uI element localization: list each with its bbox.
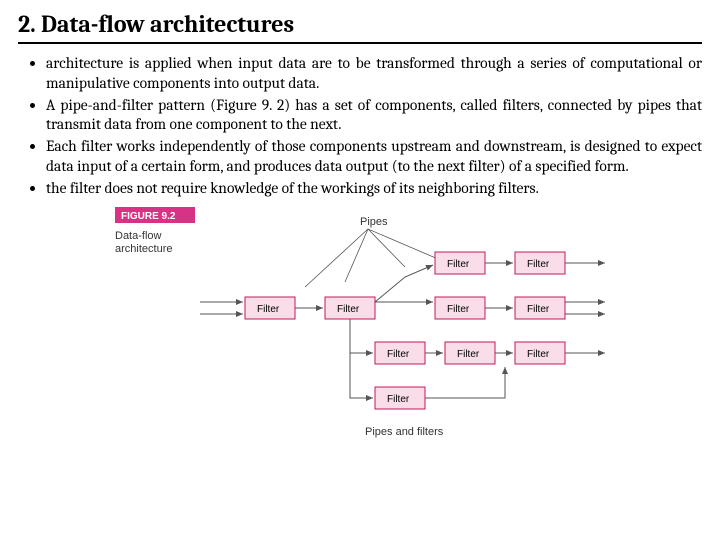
bullet-list: architecture is applied when input data … (18, 54, 702, 199)
figure-caption-1: Data-flow (115, 230, 162, 242)
figure-caption-2: architecture (115, 243, 172, 255)
filter-box: Filter (515, 297, 565, 319)
svg-text:Filter: Filter (527, 304, 550, 315)
filter-box: Filter (245, 297, 295, 319)
bullet-item: architecture is applied when input data … (46, 54, 702, 94)
bullet-item: Each filter works independently of those… (46, 137, 702, 177)
figure-label: FIGURE 9.2 (121, 211, 176, 222)
slide-title: 2. Data-flow architectures (18, 10, 702, 44)
filter-box: Filter (435, 252, 485, 274)
svg-text:Filter: Filter (457, 349, 480, 360)
svg-text:Filter: Filter (257, 304, 280, 315)
pipes-label: Pipes (360, 216, 388, 228)
bullet-item: A pipe-and-filter pattern (Figure 9. 2) … (46, 96, 702, 136)
filter-box: Filter (375, 342, 425, 364)
bullet-item: the filter does not require knowledge of… (46, 179, 702, 199)
svg-text:Filter: Filter (337, 304, 360, 315)
figure-container: FIGURE 9.2 Data-flow architecture Pipes … (18, 207, 702, 442)
svg-text:Filter: Filter (527, 259, 550, 270)
filter-box: Filter (435, 297, 485, 319)
filter-box: Filter (515, 342, 565, 364)
svg-text:Filter: Filter (447, 259, 470, 270)
filter-box: Filter (515, 252, 565, 274)
dataflow-diagram: FIGURE 9.2 Data-flow architecture Pipes … (105, 207, 615, 442)
filter-box: Filter (375, 387, 425, 409)
svg-text:Filter: Filter (447, 304, 470, 315)
svg-text:Filter: Filter (387, 394, 410, 405)
filter-box: Filter (445, 342, 495, 364)
svg-text:Filter: Filter (387, 349, 410, 360)
figure-footer: Pipes and filters (365, 426, 444, 438)
svg-text:Filter: Filter (527, 349, 550, 360)
filter-box: Filter (325, 297, 375, 319)
